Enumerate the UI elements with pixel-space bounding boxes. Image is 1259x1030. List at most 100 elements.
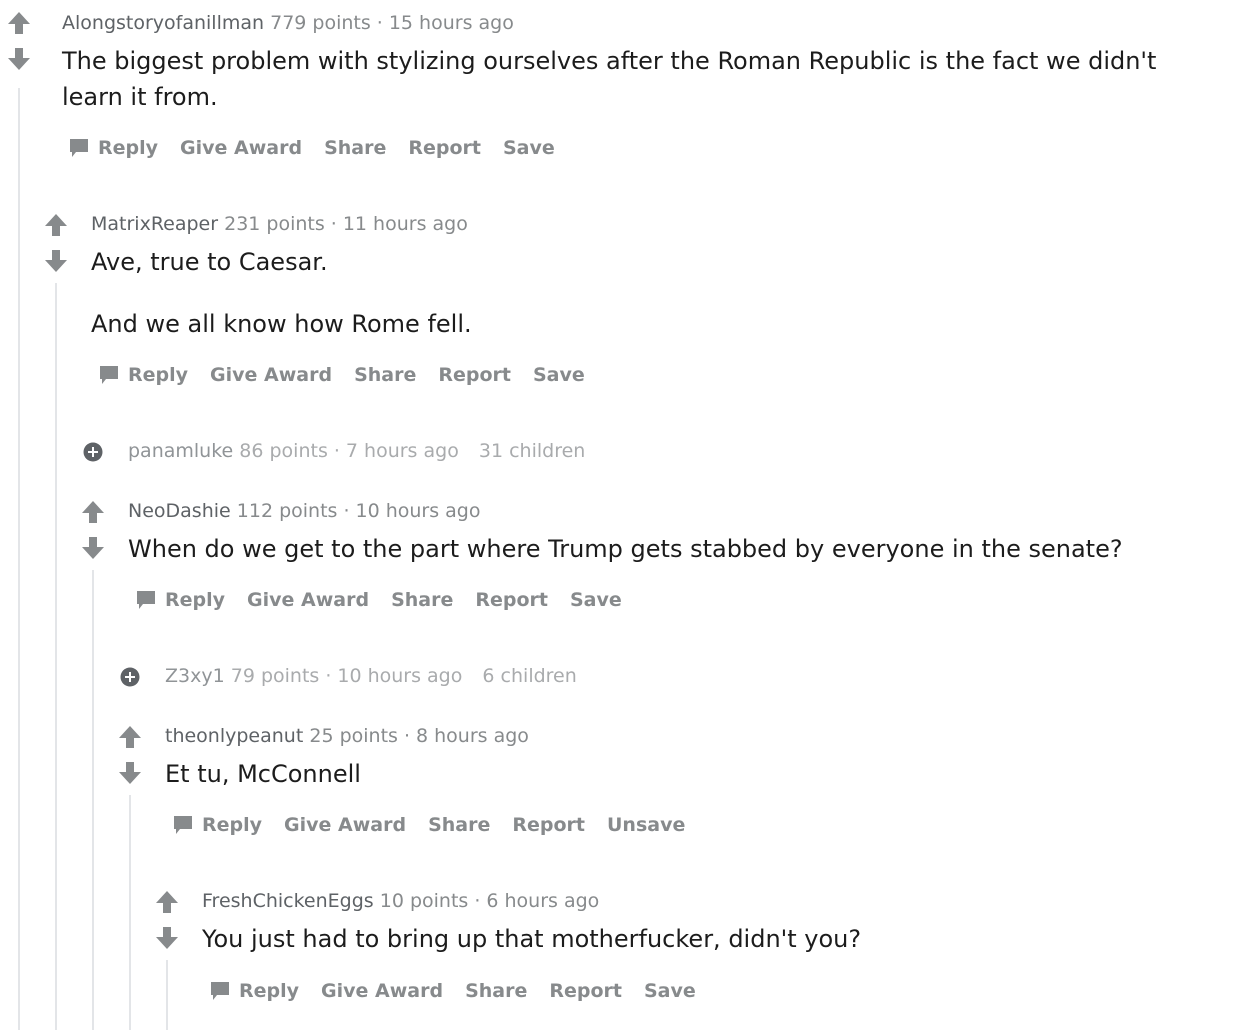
upvote-button[interactable]: [154, 889, 180, 915]
give-award-button[interactable]: Give Award: [180, 135, 302, 161]
reply-button[interactable]: Reply: [98, 362, 188, 388]
reply-label: Reply: [239, 980, 300, 1002]
give-award-button[interactable]: Give Award: [210, 362, 332, 388]
downvote-button[interactable]: [80, 535, 106, 561]
comment-body-line-1: Ave, true to Caesar.: [91, 248, 328, 276]
reply-button[interactable]: Reply: [68, 135, 158, 161]
comment-actions: Reply Give Award Share Report Save: [68, 135, 577, 161]
arrow-up-icon: [45, 214, 67, 236]
share-button[interactable]: Share: [428, 812, 490, 838]
share-button[interactable]: Share: [391, 587, 453, 613]
share-button[interactable]: Share: [324, 135, 386, 161]
reply-button[interactable]: Reply: [172, 812, 262, 838]
arrow-up-icon: [119, 726, 141, 748]
separator-dot: ·: [376, 12, 383, 34]
score: 10 points: [379, 890, 469, 912]
upvote-button[interactable]: [6, 10, 32, 36]
children-count: 31 children: [478, 440, 586, 462]
author-link[interactable]: theonlypeanut: [165, 725, 303, 747]
comment-bubble-icon: [174, 816, 192, 834]
report-button[interactable]: Report: [512, 812, 585, 838]
downvote-button[interactable]: [117, 760, 143, 786]
give-award-button[interactable]: Give Award: [321, 978, 443, 1004]
score: 79 points: [230, 665, 320, 687]
comment-body: Et tu, McConnell: [165, 760, 361, 788]
arrow-down-icon: [8, 48, 30, 70]
arrow-down-icon: [156, 927, 178, 949]
save-button[interactable]: Save: [570, 587, 622, 613]
timestamp[interactable]: 8 hours ago: [416, 725, 529, 747]
comment-meta: Z3xy1 79 points · 10 hours ago 6 children: [165, 663, 577, 689]
score: 86 points: [239, 440, 328, 462]
expand-plus-icon[interactable]: [120, 667, 140, 687]
comment-actions: Reply Give Award Share Report Unsave: [172, 812, 707, 838]
arrow-up-icon: [156, 891, 178, 913]
author-link[interactable]: MatrixReaper: [91, 213, 218, 235]
thread-line-level-5[interactable]: [166, 960, 168, 1030]
reply-button[interactable]: Reply: [209, 978, 299, 1004]
comment-actions: Reply Give Award Share Report Save: [135, 587, 644, 613]
give-award-button[interactable]: Give Award: [284, 812, 406, 838]
thread-line-level-4[interactable]: [129, 795, 131, 1030]
reply-label: Reply: [202, 814, 263, 836]
timestamp[interactable]: 10 hours ago: [355, 500, 480, 522]
author-link[interactable]: Alongstoryofanillman: [62, 12, 264, 34]
comment-body: When do we get to the part where Trump g…: [128, 535, 1123, 563]
author-link[interactable]: NeoDashie: [128, 500, 231, 522]
expand-plus-icon[interactable]: [83, 442, 103, 462]
downvote-button[interactable]: [6, 46, 32, 72]
downvote-button[interactable]: [43, 248, 69, 274]
share-button[interactable]: Share: [354, 362, 416, 388]
reply-label: Reply: [98, 137, 159, 159]
timestamp[interactable]: 15 hours ago: [389, 12, 514, 34]
comment-body: The biggest problem with stylizing ourse…: [62, 47, 1157, 111]
timestamp[interactable]: 11 hours ago: [343, 213, 468, 235]
comment-meta: MatrixReaper 231 points · 11 hours ago: [91, 211, 468, 237]
score: 25 points: [309, 725, 398, 747]
children-count: 6 children: [482, 665, 577, 687]
save-button[interactable]: Save: [503, 135, 555, 161]
timestamp[interactable]: 10 hours ago: [337, 665, 462, 687]
thread-line-level-3[interactable]: [92, 570, 94, 1030]
thread-line-level-2[interactable]: [55, 283, 57, 1030]
comment-bubble-icon: [70, 139, 88, 157]
reply-button[interactable]: Reply: [135, 587, 225, 613]
upvote-button[interactable]: [43, 212, 69, 238]
report-button[interactable]: Report: [408, 135, 481, 161]
save-button[interactable]: Save: [644, 978, 696, 1004]
timestamp[interactable]: 7 hours ago: [346, 440, 459, 462]
score: 112 points: [236, 500, 338, 522]
author-link[interactable]: Z3xy1: [165, 665, 225, 687]
comment-body-line-2: And we all know how Rome fell.: [91, 310, 472, 338]
author-link[interactable]: panamluke: [128, 440, 233, 462]
separator-dot: ·: [333, 440, 340, 462]
score: 779 points: [270, 12, 371, 34]
comment-meta: NeoDashie 112 points · 10 hours ago: [128, 498, 481, 524]
upvote-button[interactable]: [80, 499, 106, 525]
separator-dot: ·: [325, 665, 332, 687]
arrow-down-icon: [82, 537, 104, 559]
comment-bubble-icon: [100, 366, 118, 384]
save-button[interactable]: Save: [533, 362, 585, 388]
score: 231 points: [224, 213, 325, 235]
comment-bubble-icon: [211, 982, 229, 1000]
separator-dot: ·: [330, 213, 337, 235]
comment-meta: panamluke 86 points · 7 hours ago 31 child…: [128, 438, 585, 464]
give-award-button[interactable]: Give Award: [247, 587, 369, 613]
report-button[interactable]: Report: [549, 978, 622, 1004]
unsave-button[interactable]: Unsave: [607, 812, 685, 838]
comment-actions: Reply Give Award Share Report Save: [209, 978, 718, 1004]
upvote-button[interactable]: [117, 724, 143, 750]
timestamp[interactable]: 6 hours ago: [486, 890, 599, 912]
reply-label: Reply: [165, 589, 226, 611]
report-button[interactable]: Report: [475, 587, 548, 613]
author-link[interactable]: FreshChickenEggs: [202, 890, 374, 912]
downvote-button[interactable]: [154, 925, 180, 951]
report-button[interactable]: Report: [438, 362, 511, 388]
separator-dot: ·: [403, 725, 410, 747]
comment-meta: theonlypeanut 25 points · 8 hours ago: [165, 723, 529, 749]
reply-label: Reply: [128, 364, 189, 386]
thread-line-level-1[interactable]: [18, 88, 20, 1030]
arrow-up-icon: [82, 501, 104, 523]
share-button[interactable]: Share: [465, 978, 527, 1004]
